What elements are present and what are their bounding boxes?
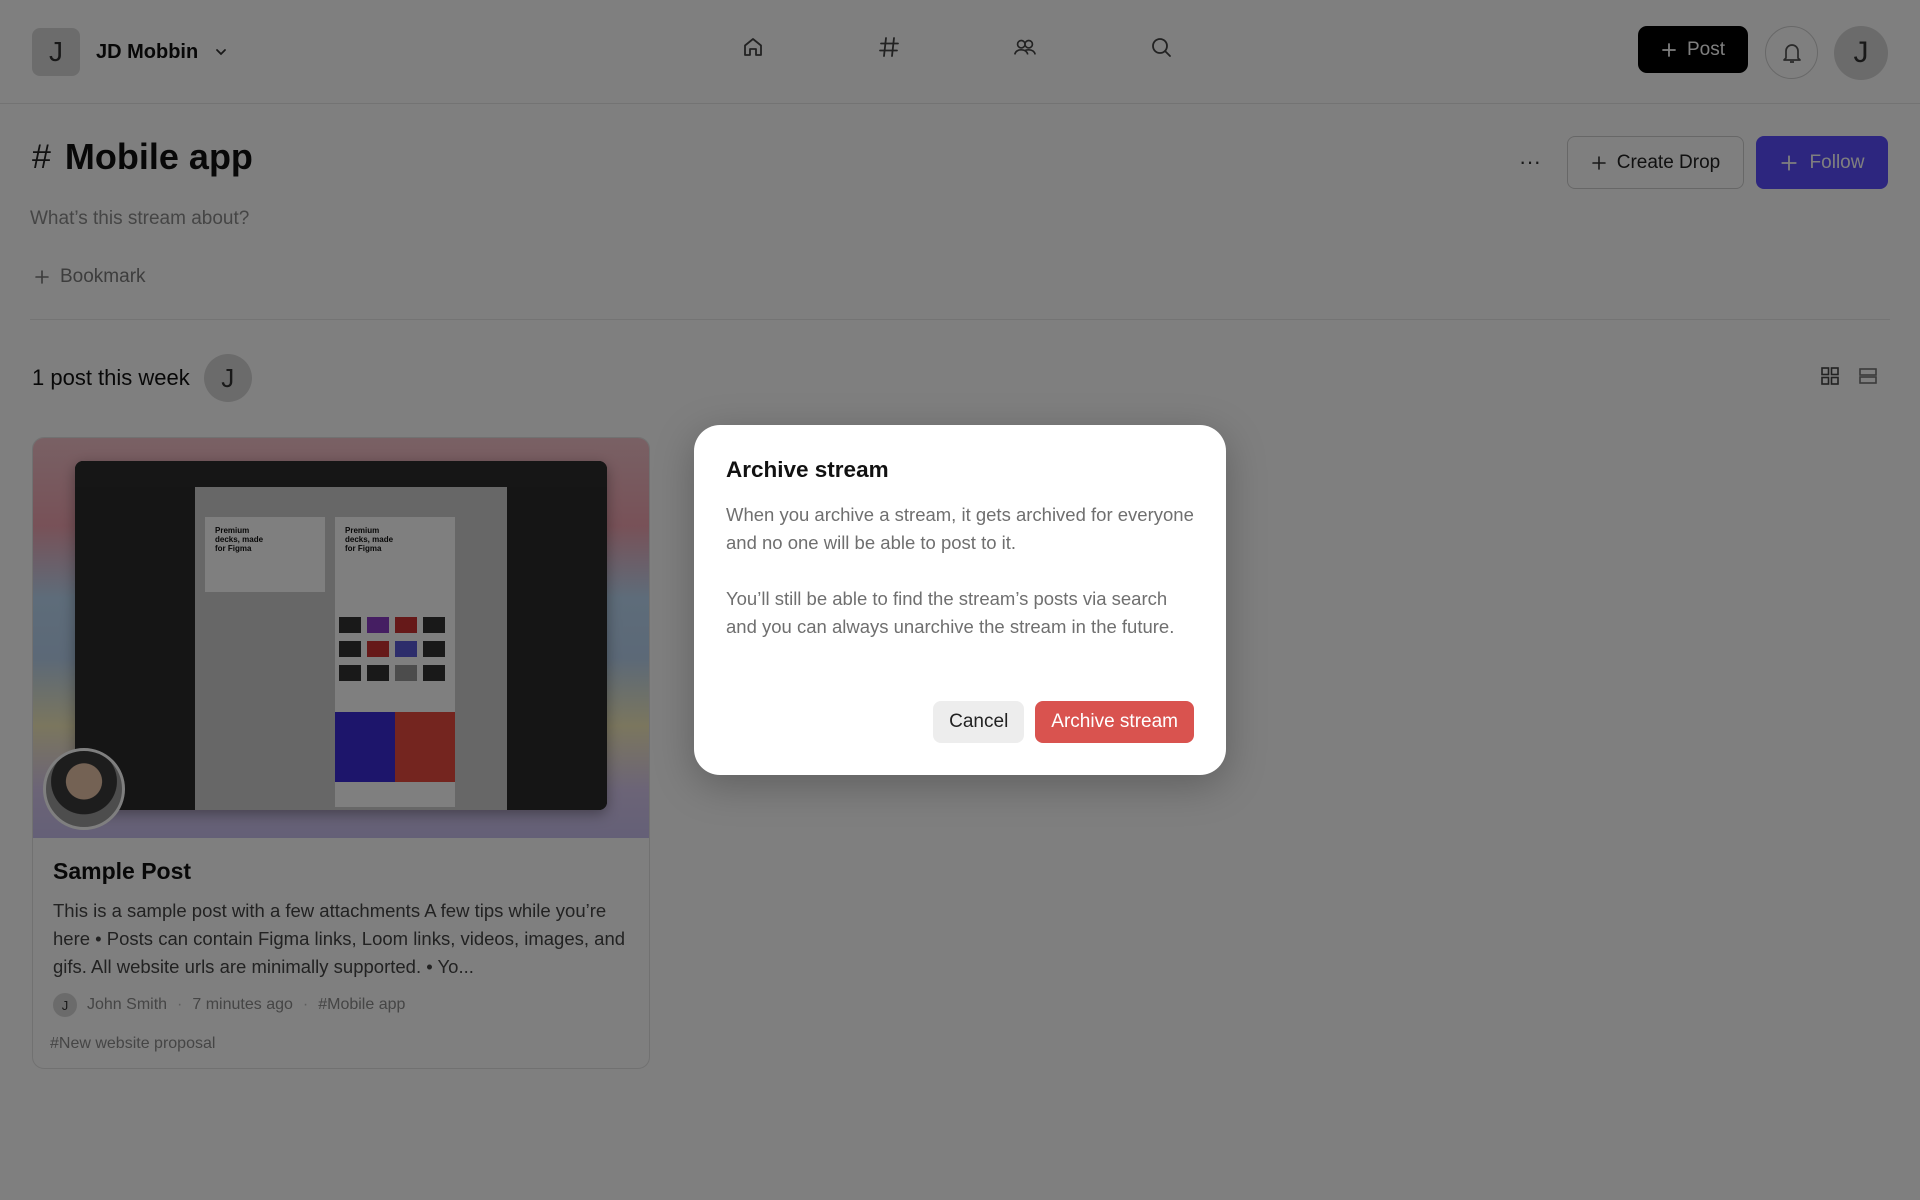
dialog-paragraph: When you archive a stream, it gets archi… bbox=[726, 504, 1194, 553]
archive-stream-dialog: Archive stream When you archive a stream… bbox=[694, 425, 1226, 775]
dialog-paragraph: You’ll still be able to find the stream’… bbox=[726, 588, 1175, 637]
archive-stream-button[interactable]: Archive stream bbox=[1035, 701, 1194, 743]
cancel-button[interactable]: Cancel bbox=[933, 701, 1025, 743]
dialog-title: Archive stream bbox=[726, 457, 889, 482]
dialog-actions: Cancel Archive stream bbox=[933, 701, 1194, 743]
